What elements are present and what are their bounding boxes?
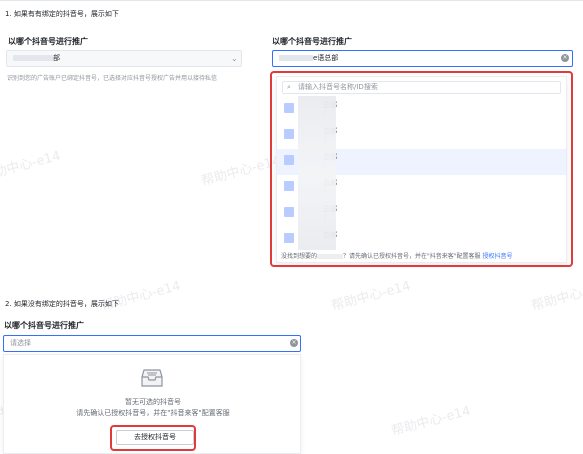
- top-divider: [0, 0, 583, 1]
- blurred-account-name: [279, 55, 313, 61]
- empty-state-title: 暂无可选的抖音号: [125, 398, 181, 406]
- section1-left-hint: 识别到您的广告账户已绑定抖音号，已选择对应抖音号授权广告并用以接待私信: [7, 75, 218, 82]
- watermark: 帮助中心-e14: [389, 403, 473, 440]
- account-select-left[interactable]: 部 ⌄: [6, 50, 242, 67]
- chevron-down-icon: ⌄: [231, 54, 238, 63]
- clear-icon[interactable]: ×: [561, 54, 569, 62]
- watermark: 帮助中心-e14: [529, 278, 583, 315]
- blurred-account-name: [13, 55, 53, 61]
- selected-account-suffix: 部: [53, 54, 60, 62]
- empty-box-icon: [141, 369, 163, 387]
- watermark: 帮助中心-e14: [0, 148, 63, 185]
- section1-title: 1. 如果有有绑定的抖音号，展示如下: [5, 10, 119, 18]
- selected-account-suffix: e语总部: [313, 54, 339, 62]
- watermark: 帮助中心-e14: [329, 278, 413, 315]
- section1-left-label: 以哪个抖音号进行推广: [8, 37, 88, 46]
- section1-right-label: 以哪个抖音号进行推广: [272, 37, 352, 46]
- clear-icon[interactable]: ×: [290, 339, 298, 347]
- empty-state-desc: 请先确认已授权抖音号，并在"抖音来客"配置客服: [76, 409, 230, 417]
- highlight-box-dropdown: [270, 71, 573, 267]
- section2-label: 以哪个抖音号进行推广: [4, 321, 84, 330]
- section2-title: 2. 如果没有绑定的抖音号，展示如下: [5, 300, 119, 308]
- highlight-box-button: [110, 425, 196, 451]
- account-select-right[interactable]: e语总部 ×: [272, 50, 573, 67]
- select-placeholder: 请选择: [10, 339, 31, 347]
- account-select-empty[interactable]: 请选择 ×: [3, 335, 301, 352]
